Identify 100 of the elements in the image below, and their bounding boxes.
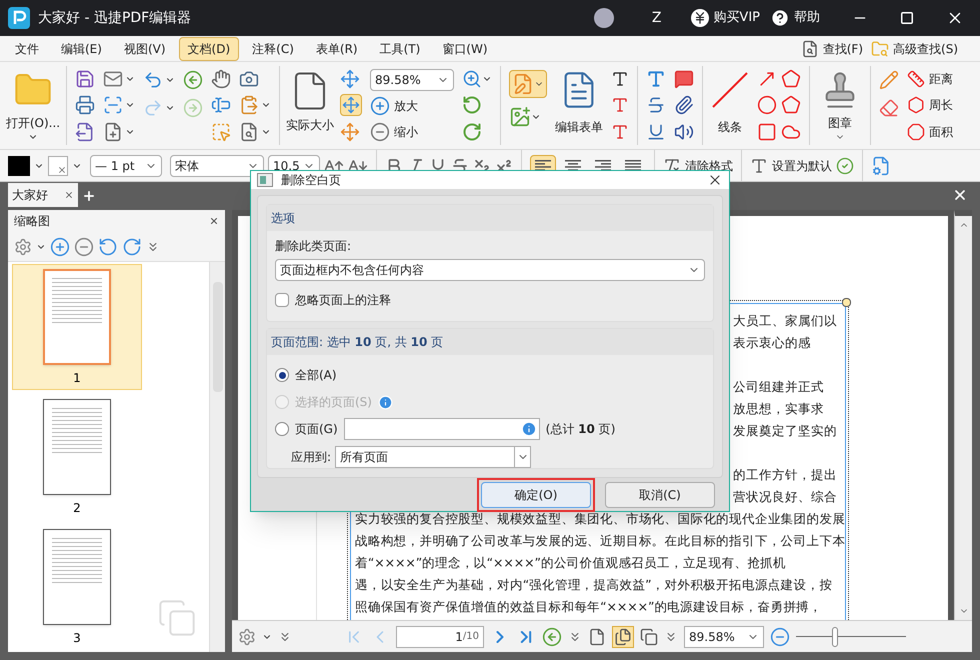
stamp-button[interactable]: 图章 [814, 66, 866, 145]
fit-width-button[interactable] [340, 94, 362, 116]
line-width-select[interactable]: — 1 pt [90, 154, 162, 176]
strikeout-icon[interactable] [646, 95, 666, 116]
clipboard-icon[interactable] [239, 95, 259, 116]
zoom-select[interactable]: 89.58% [370, 68, 454, 91]
pentagon-icon[interactable] [781, 95, 801, 116]
menu-item[interactable]: 注释(C) [243, 36, 303, 60]
text-check-icon[interactable] [836, 156, 854, 174]
fit-page-icon[interactable] [340, 68, 360, 89]
resize-handle[interactable] [842, 298, 851, 307]
camera-icon[interactable] [239, 69, 259, 90]
menu-item[interactable]: 窗口(W) [433, 36, 497, 60]
menu-item[interactable]: 工具(T) [370, 36, 430, 60]
page-number: 1 [73, 370, 81, 387]
save-icon[interactable] [75, 69, 95, 90]
zoom-select[interactable]: 89.58% [684, 626, 764, 648]
edit-form-button[interactable]: 编辑表单 [551, 66, 607, 145]
zoom-out-icon[interactable] [770, 626, 790, 646]
underline-text-icon[interactable] [646, 122, 666, 142]
rotate-left-icon[interactable] [98, 236, 118, 256]
back-icon[interactable] [542, 626, 562, 646]
menu-item[interactable]: 表单(R) [306, 36, 367, 60]
user-name: Z [652, 8, 662, 28]
close-tab-icon[interactable] [952, 187, 968, 203]
page-number-field[interactable]: 1/10 [396, 626, 484, 648]
menu-item[interactable]: 视图(V) [114, 36, 175, 60]
document-text: 营状况良好、综合 [733, 489, 837, 504]
dialog-button[interactable]: 确定(O) [481, 482, 591, 508]
zoom-in-button[interactable]: 放大 [370, 96, 454, 116]
continuous-page-button[interactable] [612, 626, 634, 648]
zoom-out-button[interactable]: 缩小 [370, 122, 454, 142]
radio-button[interactable] [275, 422, 289, 436]
font-select[interactable]: 宋体 [170, 154, 264, 176]
set-default-button[interactable]: 设置为默认 [750, 156, 832, 174]
single-page-icon[interactable] [588, 628, 606, 646]
menu-item[interactable]: 文档(D) [178, 36, 240, 60]
help-button[interactable]: 帮助 [770, 8, 820, 28]
app-logo [8, 7, 30, 29]
no-fill-swatch[interactable] [48, 156, 68, 176]
radio-label: 选择的页面(S) [295, 394, 372, 411]
text-select-icon[interactable] [211, 95, 231, 116]
document-text: 发展奠定了坚实的 [733, 423, 837, 438]
actual-size-button[interactable]: 实际大小 [284, 66, 336, 145]
section-header: 选项 [267, 205, 713, 231]
attachment-icon[interactable] [674, 95, 694, 116]
hand-icon[interactable] [211, 69, 231, 90]
rotate-right-icon[interactable] [122, 236, 142, 256]
thumbnail-item[interactable]: 2 [12, 394, 142, 520]
buy-vip-button[interactable]: 购买VIP [691, 8, 760, 28]
maximize-icon[interactable] [900, 11, 914, 25]
menu-item[interactable]: 文件 [6, 36, 48, 60]
new-tab-icon[interactable] [82, 189, 96, 203]
rectangle-icon[interactable] [757, 122, 777, 142]
document-search-icon[interactable] [239, 122, 259, 142]
text-box-icon[interactable] [611, 96, 629, 114]
text-field-icon[interactable] [611, 70, 629, 88]
text-callout-icon[interactable] [611, 122, 629, 141]
avatar[interactable] [594, 8, 614, 28]
page-type-select[interactable]: 页面边框内不包含任何内容 [275, 259, 705, 281]
document-tab[interactable]: 大家好 [8, 183, 78, 207]
back-icon[interactable] [183, 70, 203, 90]
new-document-icon[interactable] [103, 122, 123, 142]
line-button[interactable]: 线条 [707, 66, 753, 145]
color-swatch[interactable] [8, 156, 30, 176]
advanced-find-button[interactable]: 高级查找(S) [871, 40, 958, 58]
pages-icon [614, 628, 632, 646]
window-title: 大家好 - 迅捷PDF编辑器 [38, 8, 192, 28]
area-button[interactable]: 面积 [907, 122, 953, 141]
print-icon[interactable] [75, 95, 95, 116]
align-left-icon [535, 160, 551, 171]
export-icon[interactable] [75, 122, 95, 142]
document-settings-icon[interactable] [871, 156, 891, 176]
page-range-field[interactable] [344, 418, 540, 440]
mail-icon[interactable] [103, 69, 123, 90]
highlight-text-icon[interactable] [646, 69, 666, 90]
rotate-left-icon[interactable] [462, 95, 482, 116]
checkbox[interactable] [275, 293, 289, 307]
zoom-out-icon[interactable] [74, 236, 94, 256]
settings-icon[interactable] [238, 628, 256, 646]
comment-icon[interactable] [674, 69, 694, 90]
rotate-right-icon[interactable] [462, 122, 482, 142]
polygon-icon[interactable] [781, 69, 801, 90]
radio-button[interactable] [275, 368, 289, 382]
find-button[interactable]: 查找(F) [800, 40, 864, 58]
open-button[interactable]: 打开(O)... [4, 66, 62, 145]
scrollbar[interactable] [954, 210, 972, 620]
zoom-slider[interactable] [796, 626, 906, 646]
thumbnail-item[interactable]: 3 [12, 524, 142, 650]
apply-to-select[interactable]: 所有页面 [335, 446, 532, 468]
perimeter-button[interactable]: 周长 [907, 96, 953, 114]
distance-button[interactable]: 距离 [907, 70, 953, 88]
sound-icon[interactable] [674, 122, 694, 142]
dialog-button[interactable]: 取消(C) [605, 482, 715, 508]
eraser-icon[interactable] [879, 98, 899, 118]
facing-pages-icon[interactable] [640, 628, 658, 646]
menu-item[interactable]: 编辑(E) [52, 36, 111, 60]
ellipse-icon[interactable] [757, 95, 777, 116]
close-icon[interactable] [209, 216, 219, 226]
thumbnail-item[interactable]: 1 [12, 264, 142, 390]
